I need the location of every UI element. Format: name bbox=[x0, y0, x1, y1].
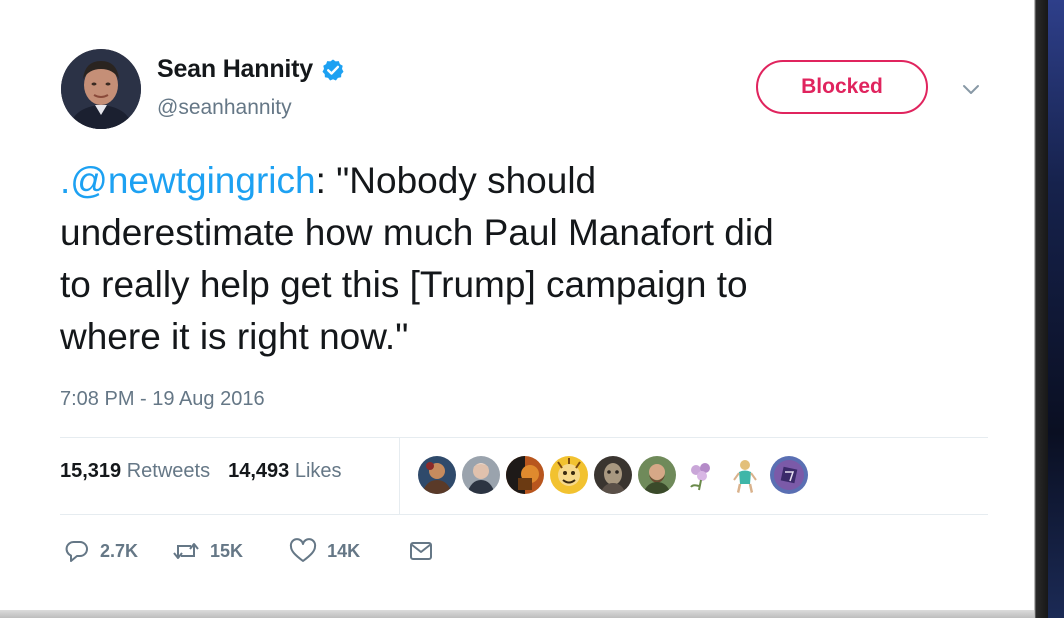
retweets-label: Retweets bbox=[126, 460, 211, 482]
user-name-row: Sean Hannity bbox=[157, 55, 345, 84]
reply-button[interactable]: 2.7K bbox=[64, 538, 138, 564]
liker-avatar[interactable] bbox=[462, 456, 500, 494]
retweet-button[interactable]: 15K bbox=[172, 538, 243, 564]
liker-avatars bbox=[418, 456, 808, 494]
liker-avatar[interactable] bbox=[594, 456, 632, 494]
likes-count: 14,493 bbox=[228, 460, 290, 482]
stats-divider bbox=[399, 438, 400, 515]
liker-avatar[interactable] bbox=[550, 456, 588, 494]
retweets-stat[interactable]: 15,319 Retweets bbox=[60, 460, 210, 483]
tweet-timestamp[interactable]: 7:08 PM - 19 Aug 2016 bbox=[60, 388, 265, 411]
mention-link[interactable]: .@newtgingrich bbox=[60, 160, 316, 201]
tweet-text: .@newtgingrich: "Nobody should underesti… bbox=[60, 155, 990, 363]
tweet-line-1-text: : "Nobody should bbox=[315, 160, 597, 201]
tweet-card: Sean Hannity @seanhannity Blocked .@newt… bbox=[0, 0, 1034, 610]
tweet-line-3: to really help get this [Trump] campaign… bbox=[60, 264, 748, 305]
liker-avatar[interactable] bbox=[682, 456, 720, 494]
profile-avatar[interactable] bbox=[61, 49, 141, 129]
tweet-line-2: underestimate how much Paul Manafort did bbox=[60, 212, 774, 253]
divider-top bbox=[60, 437, 988, 438]
blocked-button[interactable]: Blocked bbox=[756, 60, 928, 114]
liker-avatar[interactable] bbox=[726, 456, 764, 494]
divider-bottom bbox=[60, 514, 988, 515]
heart-icon bbox=[289, 538, 317, 562]
reply-icon bbox=[65, 541, 88, 562]
liker-avatar[interactable] bbox=[638, 456, 676, 494]
chevron-down-icon[interactable] bbox=[960, 78, 982, 100]
retweet-icon bbox=[173, 543, 199, 559]
window-bottom-edge bbox=[0, 610, 1034, 618]
retweet-count: 15K bbox=[210, 540, 244, 561]
user-handle[interactable]: @seanhannity bbox=[157, 96, 292, 120]
likes-stat[interactable]: 14,493 Likes bbox=[228, 460, 341, 483]
display-name[interactable]: Sean Hannity bbox=[157, 55, 313, 84]
like-count: 14K bbox=[327, 540, 361, 561]
tweet-line-1: .@newtgingrich: "Nobody should bbox=[60, 155, 990, 207]
liker-avatar[interactable] bbox=[418, 456, 456, 494]
stats-row: 15,319 Retweets 14,493 Likes bbox=[60, 460, 360, 483]
liker-avatar[interactable] bbox=[506, 456, 544, 494]
retweets-count: 15,319 bbox=[60, 460, 122, 482]
liker-avatar[interactable] bbox=[770, 456, 808, 494]
action-bar: 2.7K 15K 14K bbox=[64, 538, 434, 564]
reply-count: 2.7K bbox=[100, 540, 139, 561]
tweet-line-4: where it is right now." bbox=[60, 316, 409, 357]
envelope-icon bbox=[410, 542, 433, 560]
verified-badge-icon bbox=[322, 59, 344, 80]
like-button[interactable]: 14K bbox=[289, 538, 360, 564]
window-right-edge bbox=[1034, 0, 1064, 618]
direct-message-button[interactable] bbox=[408, 538, 434, 564]
likes-label: Likes bbox=[294, 460, 342, 482]
